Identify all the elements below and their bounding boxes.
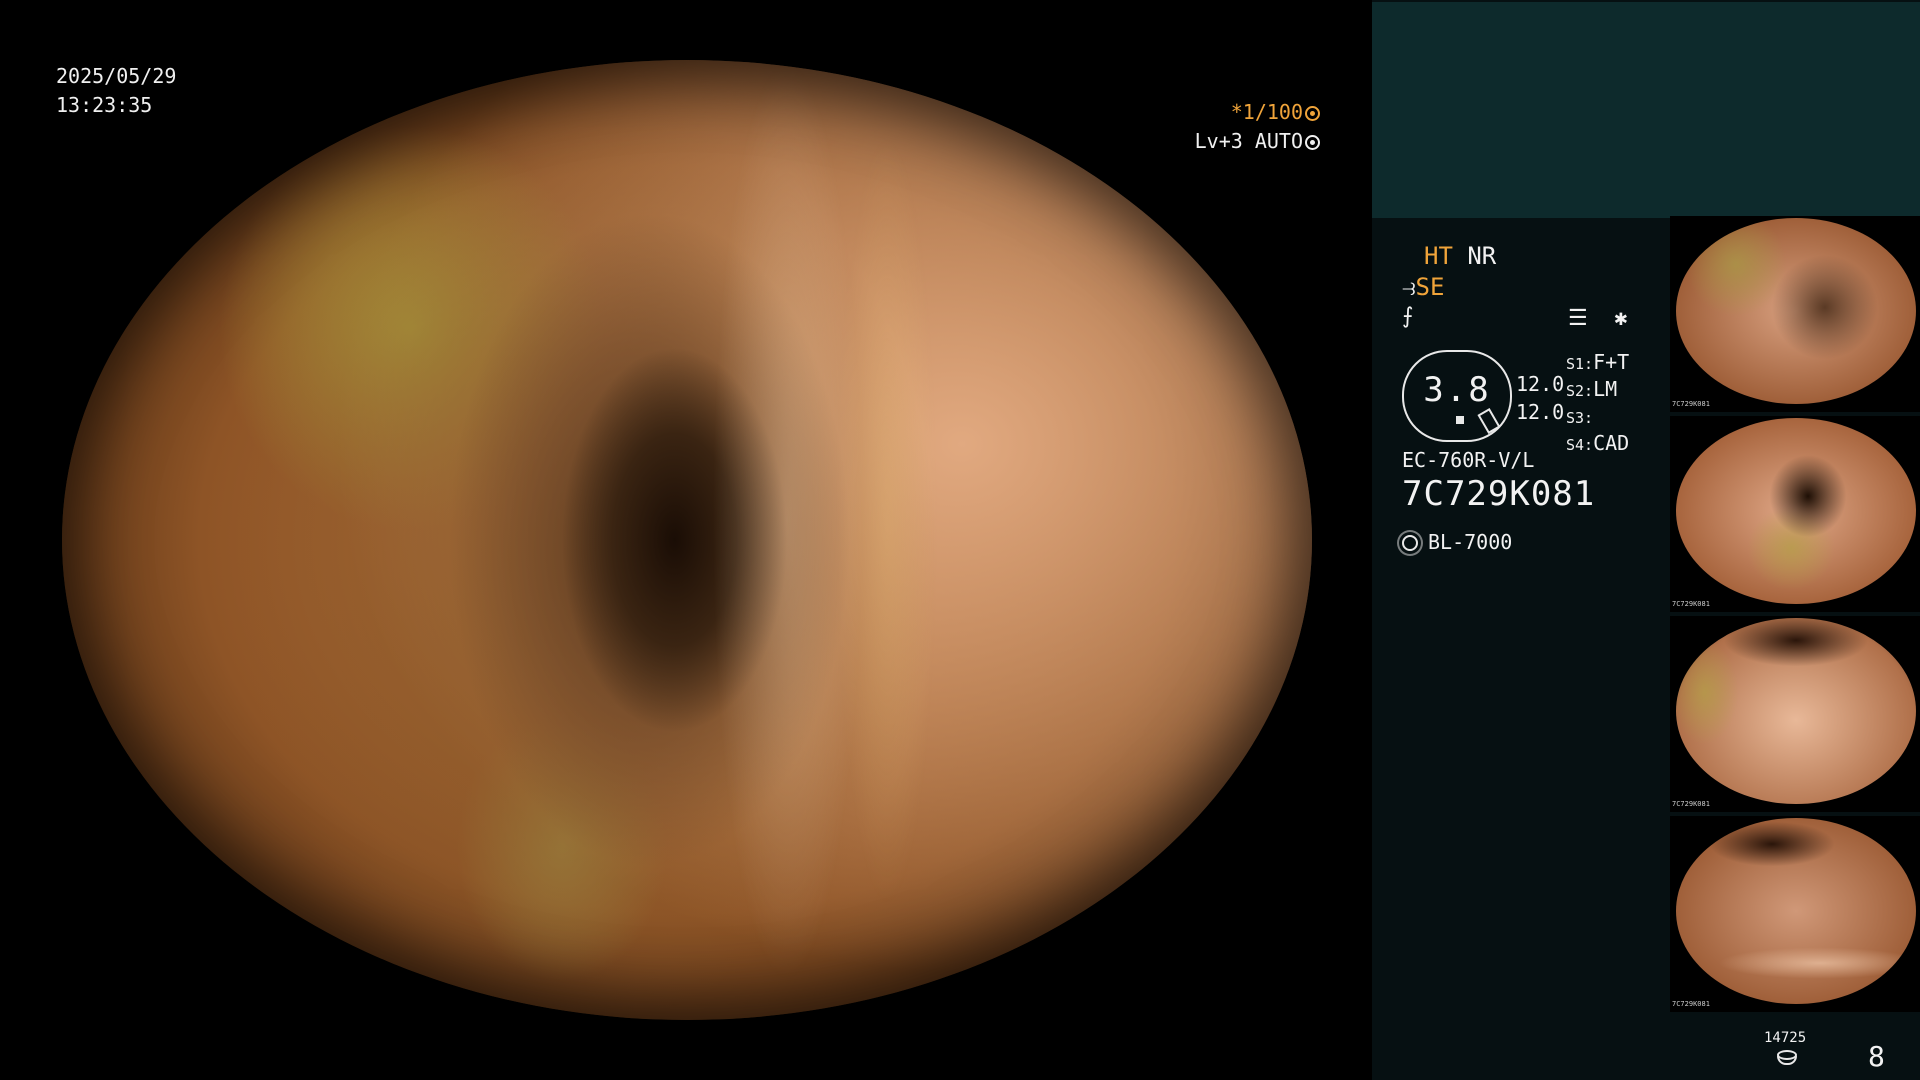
datetime-readout: 2025/05/29 13:23:35	[56, 62, 176, 120]
thumbnail[interactable]: 7C729K081	[1670, 816, 1920, 1012]
date-text: 2025/05/29	[56, 64, 177, 88]
setting-row: S2:LM	[1566, 377, 1618, 401]
scope-model: EC-760R-V/L	[1402, 448, 1535, 472]
light-source-row: BL-7000	[1402, 530, 1512, 554]
icon-row: ☰ ✱	[1568, 306, 1627, 331]
panel-header-area	[1372, 2, 1920, 218]
iris-icon	[1305, 135, 1320, 150]
thumbnail-caption: 7C729K081	[1672, 800, 1710, 808]
endoscopic-image	[62, 60, 1312, 1020]
gauge-number: 12.0	[1516, 372, 1565, 396]
structure-enhance-line: ⥽SE	[1402, 273, 1444, 301]
setting-row: S4:CAD	[1566, 431, 1630, 455]
endoscope-main-view: 2025/05/29 13:23:35 *1/100 Lv+3 AUTO	[0, 0, 1372, 1080]
mode-text: AUTO	[1254, 129, 1303, 153]
light-source-text: BL-7000	[1428, 530, 1513, 554]
gauge-value: 3.8	[1423, 370, 1491, 410]
asterisk-icon: ✱	[1614, 306, 1628, 331]
switch-settings: S1:F+T S2:LM S3: S4:CAD	[1566, 350, 1629, 458]
nr-text: NR	[1467, 242, 1497, 270]
page-count: 8	[1868, 1040, 1885, 1073]
gauge-marker-icon	[1456, 416, 1464, 424]
light-icon	[1402, 535, 1418, 551]
thumbnail[interactable]: 7C729K081	[1670, 216, 1920, 412]
thumbnail-caption: 7C729K081	[1672, 400, 1710, 408]
thumbnail[interactable]: 7C729K081	[1670, 416, 1920, 612]
thumbnail-caption: 7C729K081	[1672, 600, 1710, 608]
thumbnail-image	[1676, 818, 1916, 1004]
thumbnail-caption: 7C729K081	[1672, 1000, 1710, 1008]
filter-line: ⨍	[1402, 304, 1413, 329]
scope-serial: 7C729K081	[1402, 474, 1596, 514]
thumbnail-image	[1676, 418, 1916, 604]
shutter-text: *1/100	[1230, 100, 1303, 124]
gauge-numbers: 12.0 12.0	[1516, 370, 1564, 426]
filter-icon: ⨍	[1402, 304, 1414, 329]
time-text: 13:23:35	[56, 93, 153, 117]
menu-list-icon: ☰	[1568, 306, 1588, 331]
ht-text: HT	[1424, 242, 1453, 270]
gauge-number: 12.0	[1516, 400, 1565, 424]
thumbnail[interactable]: 7C729K081	[1670, 616, 1920, 812]
thumbnail-image	[1676, 618, 1916, 804]
gauge-display: 3.8	[1402, 350, 1512, 442]
gauge-pen-icon	[1477, 407, 1501, 435]
enhancement-line: HT NR	[1424, 242, 1496, 270]
info-panel: HT NR ⥽SE ⨍ ☰ ✱ 3.8 12.0 12.0 S1:F+T S2:…	[1372, 0, 1920, 1080]
setting-row: S1:F+T	[1566, 350, 1630, 374]
exposure-readout: *1/100 Lv+3 AUTO	[1190, 98, 1320, 156]
se-text: SE	[1415, 273, 1445, 301]
level-text: Lv+3	[1194, 129, 1243, 153]
thumbnail-image	[1676, 218, 1916, 404]
shutter-icon	[1305, 106, 1320, 121]
setting-row: S3:	[1566, 409, 1594, 427]
image-counter: 14725	[1764, 1030, 1807, 1046]
scope-mode-icon: ⥽	[1402, 273, 1416, 301]
